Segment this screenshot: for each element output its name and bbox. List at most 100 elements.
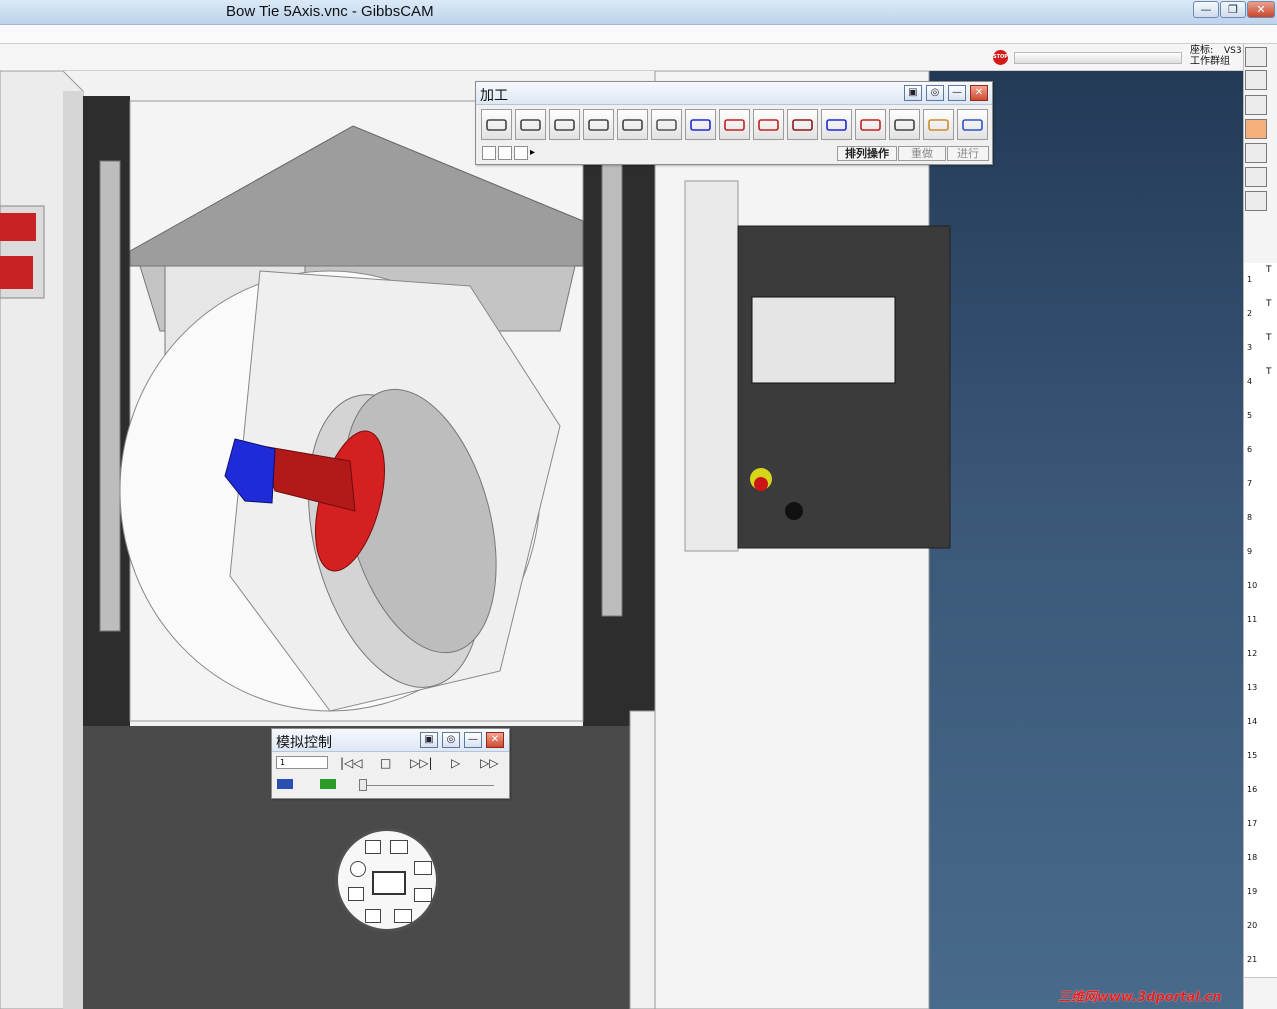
operation-number: 9 [1247,547,1253,556]
fast-forward-button[interactable]: ▷▷ [480,757,498,769]
operation-row[interactable]: 6 [1244,433,1277,468]
operation-number: 6 [1247,445,1253,454]
operation-row[interactable]: 20 [1244,909,1277,944]
workgroup-label: 工作群组 [1190,56,1230,67]
simulation-viewport[interactable] [0,71,1243,1009]
machining-palette-titlebar[interactable]: 加工 ▣ ◎ — ✕ [476,82,992,105]
stop-icon[interactable]: STOP [993,50,1008,65]
sim-palette-titlebar[interactable]: 模拟控制 ▣ ◎ — ✕ [272,729,509,752]
surface-rough-icon[interactable] [753,109,784,140]
window-title-bar: Bow Tie 5Axis.vnc - GibbsCAM — ❐ ✕ [0,0,1277,25]
operation-number: 17 [1247,819,1258,828]
operation-row[interactable]: 14 [1244,705,1277,740]
operation-row[interactable]: 21 [1244,943,1277,978]
view-wheel[interactable] [335,828,439,932]
palette-pin-icon[interactable]: ◎ [926,85,944,101]
operation-row[interactable]: 4T [1244,365,1277,400]
new-document-icon[interactable] [1245,47,1267,67]
hole-icon[interactable] [481,109,512,140]
operation-row[interactable]: 9 [1244,535,1277,570]
expand-icon[interactable]: ▸ [530,146,541,160]
side-view-icon[interactable] [414,888,432,902]
operation-row[interactable]: 18 [1244,841,1277,876]
machining-icon[interactable] [1245,119,1267,139]
select-icon[interactable] [1245,70,1267,90]
operation-row[interactable]: 8 [1244,501,1277,536]
5axis-flowline-icon[interactable] [685,109,716,140]
operation-number: 10 [1247,581,1258,590]
home-view-icon[interactable] [365,840,381,854]
lathe-turn-icon[interactable] [651,109,682,140]
step-button[interactable]: ▷▷| [410,757,433,769]
sim-minimize-icon[interactable]: — [464,732,482,748]
palette-minimize-icon[interactable]: — [948,85,966,101]
operation-row[interactable]: 15 [1244,739,1277,774]
operation-number: 7 [1247,479,1253,488]
tool-display-icon[interactable] [277,779,293,789]
contour-icon[interactable] [515,109,546,140]
speed-slider-thumb[interactable] [359,779,367,791]
probe-icon[interactable] [889,109,920,140]
operation-row[interactable]: 1T [1244,263,1277,298]
surface-finish-icon[interactable] [787,109,818,140]
operation-row[interactable]: 13 [1244,671,1277,706]
operation-tool-label: T [1266,333,1272,343]
top-view-icon[interactable] [390,840,408,854]
rewind-button[interactable]: |◁◁ [340,757,363,769]
sim-pin-icon[interactable]: ◎ [442,732,460,748]
front-view-icon[interactable] [414,861,432,875]
rotate-icon[interactable] [348,887,364,901]
thread-mill-icon[interactable] [617,109,648,140]
operation-row[interactable]: 19 [1244,875,1277,910]
zoom-icon[interactable] [365,909,381,923]
tool-icon[interactable] [1245,95,1267,115]
vericut-icon[interactable] [957,109,988,140]
run-button[interactable]: 进行 [947,146,989,161]
progress-bar [1014,52,1182,64]
coordinate-value: VS3 [1224,46,1242,56]
speed-slider-track [359,785,494,786]
transform-icon[interactable] [1245,191,1267,211]
frame-input[interactable]: 1 [276,756,328,769]
stop-button[interactable]: □ [380,757,391,769]
minimize-button[interactable]: — [1193,1,1219,18]
palette-layout-icon[interactable]: ▣ [904,85,922,101]
iso-view-icon[interactable] [394,909,412,923]
copy-icon[interactable] [514,146,528,160]
play-button[interactable]: ▷ [451,757,460,769]
redo-button[interactable]: 重做 [898,146,946,161]
operation-number: 20 [1247,921,1258,930]
view-cube-icon[interactable] [372,871,406,895]
palette-close-icon[interactable]: ✕ [970,85,988,101]
eye-icon[interactable] [1245,143,1267,163]
4axis-rotary-icon[interactable] [855,109,886,140]
5axis-swarf-icon[interactable] [719,109,750,140]
sim-layout-icon[interactable]: ▣ [420,732,438,748]
operation-row[interactable]: 5 [1244,399,1277,434]
operation-row[interactable]: 12 [1244,637,1277,672]
operation-row[interactable]: 3T [1244,331,1277,366]
operation-row[interactable]: 7 [1244,467,1277,502]
sort-operations-button[interactable]: 排列操作 [837,146,897,161]
coordinate-label: 座标: [1190,45,1214,56]
operation-row[interactable]: 11 [1244,603,1277,638]
4axis-wrap-icon[interactable] [821,109,852,140]
stock-display-icon[interactable] [320,779,336,789]
multi-surface-icon[interactable] [923,109,954,140]
close-button[interactable]: ✕ [1247,1,1275,18]
restore-button[interactable]: ❐ [1220,1,1246,18]
sim-close-icon[interactable]: ✕ [486,732,504,748]
operation-row[interactable]: 16 [1244,773,1277,808]
operation-row[interactable]: 17 [1244,807,1277,842]
operation-row[interactable]: 2T [1244,297,1277,332]
delete-icon[interactable] [498,146,512,160]
material-icon[interactable] [1245,167,1267,187]
profile-icon[interactable] [549,109,580,140]
save-icon[interactable] [482,146,496,160]
machining-palette-title: 加工 [480,88,508,104]
operation-number: 3 [1247,343,1253,352]
pocket-icon[interactable] [583,109,614,140]
operation-row[interactable]: 10 [1244,569,1277,604]
pan-icon[interactable] [350,861,366,877]
operation-number: 4 [1247,377,1253,386]
